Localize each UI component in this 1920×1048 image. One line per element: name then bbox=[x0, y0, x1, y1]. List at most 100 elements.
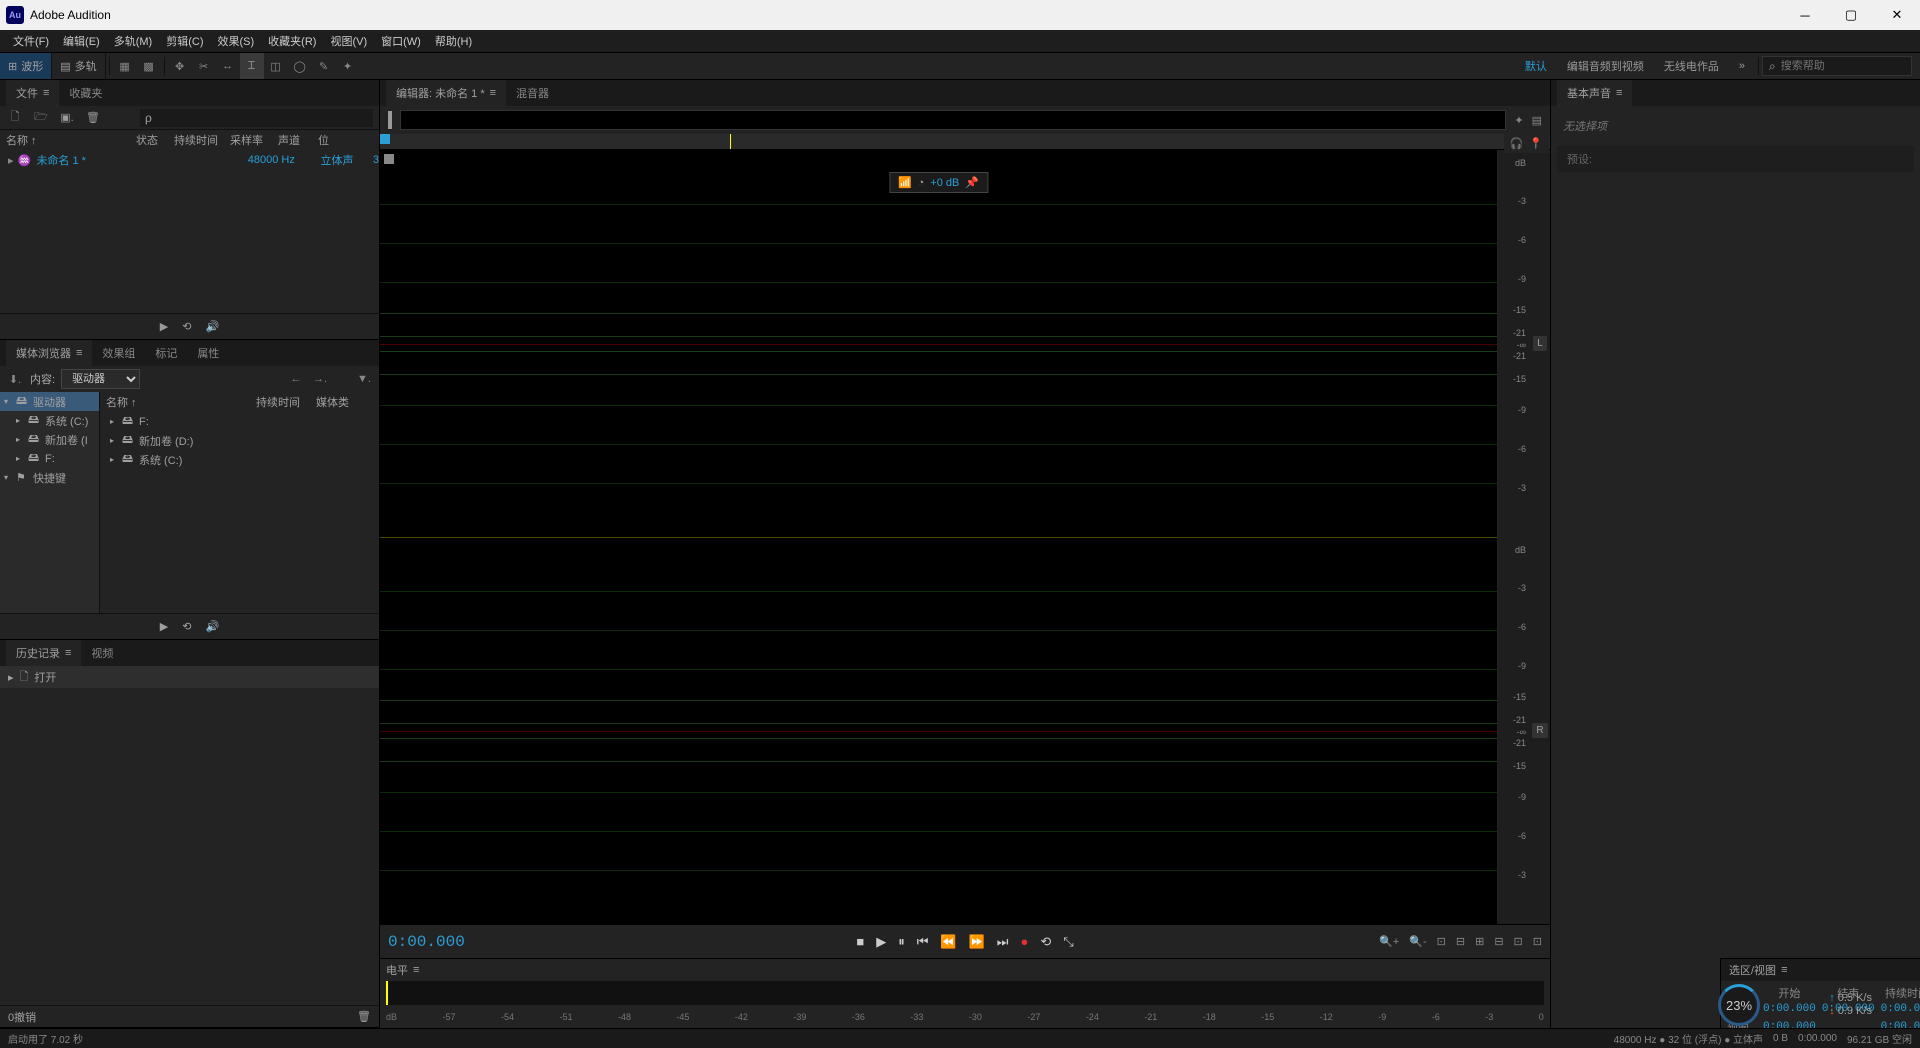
workspace-default[interactable]: 默认 bbox=[1515, 58, 1557, 74]
tab-history[interactable]: 历史记录≡ bbox=[6, 640, 81, 666]
tab-effects-rack[interactable]: 效果组 bbox=[92, 340, 145, 366]
sel-dur[interactable]: 0:00.000 bbox=[1881, 1003, 1920, 1019]
marquee-tool-icon[interactable]: ◫ bbox=[264, 53, 288, 79]
spectral-freq-icon[interactable]: ▦ bbox=[113, 53, 137, 79]
list-col-dur[interactable]: 持续时间 bbox=[256, 394, 316, 410]
history-item[interactable]: ▸ 🗋 打开 bbox=[0, 666, 379, 688]
back-icon[interactable]: ← bbox=[287, 373, 305, 385]
new-file-icon[interactable]: 🗋 bbox=[6, 109, 24, 127]
multitrack-view-button[interactable]: ▤ 多轨 bbox=[52, 53, 105, 79]
tab-video[interactable]: 视频 bbox=[81, 640, 123, 666]
lasso-tool-icon[interactable]: ◯ bbox=[288, 53, 312, 79]
menu-window[interactable]: 窗口(W) bbox=[374, 30, 428, 52]
tab-selection-view[interactable]: 选区/视图 bbox=[1729, 962, 1776, 978]
time-select-tool-icon[interactable]: Ꮖ bbox=[240, 53, 264, 79]
loop-preview-icon[interactable]: ⟲ bbox=[182, 320, 191, 333]
loop-button[interactable]: ⟲ bbox=[1040, 934, 1051, 950]
tree-drives[interactable]: ▾🖴驱动器 bbox=[0, 392, 99, 411]
menu-favorites[interactable]: 收藏夹(R) bbox=[261, 30, 323, 52]
tree-shortcuts[interactable]: ▾⚑快捷键 bbox=[0, 468, 99, 487]
fast-forward-button[interactable]: ⏩ bbox=[969, 934, 985, 950]
workspace-more[interactable]: » bbox=[1729, 60, 1755, 72]
tab-files[interactable]: 文件≡ bbox=[6, 80, 59, 106]
menu-edit[interactable]: 编辑(E) bbox=[56, 30, 107, 52]
stop-button[interactable]: ■ bbox=[856, 934, 864, 950]
zoom-reset-icon[interactable]: ⊡ bbox=[1514, 935, 1523, 948]
spot-heal-tool-icon[interactable]: ✦ bbox=[336, 53, 360, 79]
files-search[interactable]: ρ bbox=[140, 109, 373, 127]
workspace-edit-audio-video[interactable]: 编辑音频到视频 bbox=[1557, 58, 1654, 74]
zoom-out-time-icon[interactable]: ⊟ bbox=[1494, 935, 1503, 948]
zoom-out-icon[interactable]: 🔍- bbox=[1409, 935, 1426, 948]
minimize-button[interactable]: ─ bbox=[1782, 0, 1828, 30]
zoom-sel-icon[interactable]: ⊟ bbox=[1456, 935, 1465, 948]
zoom-in-icon[interactable]: 🔍+ bbox=[1379, 935, 1399, 948]
tab-favorites[interactable]: 收藏夹 bbox=[59, 80, 112, 106]
tab-markers[interactable]: 标记 bbox=[145, 340, 187, 366]
go-start-button[interactable]: ⏮ bbox=[917, 934, 929, 950]
move-tool-icon[interactable]: ✥ bbox=[168, 53, 192, 79]
options-icon[interactable]: ▤ bbox=[1532, 114, 1542, 127]
col-channels[interactable]: 声道 bbox=[278, 132, 318, 148]
tree-node[interactable]: ▸🖴新加卷 (I bbox=[0, 430, 99, 449]
tab-levels[interactable]: 电平 bbox=[386, 962, 408, 978]
navigator[interactable] bbox=[400, 110, 1506, 130]
close-file-icon[interactable]: 🗑 bbox=[84, 109, 102, 127]
play-preview-icon[interactable]: ▶ bbox=[160, 320, 168, 333]
tab-editor[interactable]: 编辑器: 未命名 1 *≡ bbox=[386, 80, 506, 106]
playhead-marker[interactable] bbox=[380, 134, 390, 144]
brush-tool-icon[interactable]: ✎ bbox=[312, 53, 336, 79]
pin-icon[interactable]: 📌 bbox=[965, 176, 979, 189]
menu-multitrack[interactable]: 多轨(M) bbox=[107, 30, 160, 52]
menu-help[interactable]: 帮助(H) bbox=[428, 30, 479, 52]
content-select[interactable]: 驱动器 bbox=[61, 369, 140, 389]
col-status[interactable]: 状态 bbox=[136, 132, 174, 148]
new-multitrack-icon[interactable]: ▣. bbox=[58, 109, 76, 127]
rewind-button[interactable]: ⏪ bbox=[940, 934, 956, 950]
razor-tool-icon[interactable]: ✂ bbox=[192, 53, 216, 79]
corner-handle[interactable] bbox=[384, 154, 394, 164]
filter-icon[interactable]: ▼. bbox=[355, 373, 373, 385]
list-col-name[interactable]: 名称 ↑ bbox=[106, 394, 256, 410]
col-samplerate[interactable]: 采样率 bbox=[230, 132, 278, 148]
timeline-ruler[interactable] bbox=[380, 134, 1550, 150]
waveform-view-button[interactable]: ⊞ 波形 bbox=[0, 53, 52, 79]
slip-tool-icon[interactable]: ↔ bbox=[216, 53, 240, 79]
autoplay-icon[interactable]: 🔊 bbox=[205, 320, 219, 333]
col-bitdepth[interactable]: 位 bbox=[318, 132, 333, 148]
level-meter[interactable] bbox=[386, 981, 1544, 1005]
forward-icon[interactable]: →. bbox=[311, 373, 329, 385]
menu-view[interactable]: 视图(V) bbox=[323, 30, 374, 52]
zoom-in-time-icon[interactable]: ⊞ bbox=[1475, 935, 1484, 948]
sel-start[interactable]: 0:00.000 bbox=[1763, 1003, 1816, 1019]
file-row[interactable]: ▸ ♒ 未命名 1 * 48000 Hz 立体声 3 bbox=[0, 150, 379, 170]
maximize-button[interactable]: ▢ bbox=[1828, 0, 1874, 30]
list-item[interactable]: ▸🖴F: bbox=[100, 412, 379, 431]
play-preview-icon[interactable]: ▶ bbox=[160, 620, 168, 633]
close-button[interactable]: ✕ bbox=[1874, 0, 1920, 30]
volume-hud[interactable]: 📶 ◔ +0 dB 📌 bbox=[889, 172, 988, 193]
tab-properties[interactable]: 属性 bbox=[187, 340, 229, 366]
pause-button[interactable]: ⏸ bbox=[898, 934, 905, 950]
zoom-nav-icon[interactable]: ✦ bbox=[1514, 114, 1523, 127]
timecode[interactable]: 0:00.000 bbox=[388, 933, 465, 951]
spectral-pitch-icon[interactable]: ▩ bbox=[137, 53, 161, 79]
go-end-button[interactable]: ⏭ bbox=[997, 934, 1009, 950]
panel-menu-icon[interactable]: ≡ bbox=[413, 964, 419, 976]
tab-media-browser[interactable]: 媒体浏览器≡ bbox=[6, 340, 92, 366]
workspace-radio[interactable]: 无线电作品 bbox=[1654, 58, 1729, 74]
zoom-fit-icon[interactable]: ⊡ bbox=[1437, 935, 1446, 948]
zoom-full-icon[interactable]: ⊡ bbox=[1533, 935, 1542, 948]
tree-node[interactable]: ▸🖴F: bbox=[0, 449, 99, 468]
help-search-input[interactable] bbox=[1781, 60, 1905, 72]
tab-mixer[interactable]: 混音器 bbox=[506, 80, 559, 106]
loop-preview-icon[interactable]: ⟲ bbox=[182, 620, 191, 633]
panel-menu-icon[interactable]: ≡ bbox=[1781, 964, 1787, 976]
skip-selection-button[interactable]: ⤡ bbox=[1063, 934, 1073, 950]
play-button[interactable]: ▶ bbox=[876, 934, 886, 950]
menu-file[interactable]: 文件(F) bbox=[6, 30, 56, 52]
menu-effects[interactable]: 效果(S) bbox=[211, 30, 262, 52]
col-name[interactable]: 名称 ↑ bbox=[6, 132, 136, 148]
panel-menu-icon[interactable]: ≡ bbox=[76, 347, 82, 359]
tree-node[interactable]: ▸🖴系统 (C:) bbox=[0, 411, 99, 430]
